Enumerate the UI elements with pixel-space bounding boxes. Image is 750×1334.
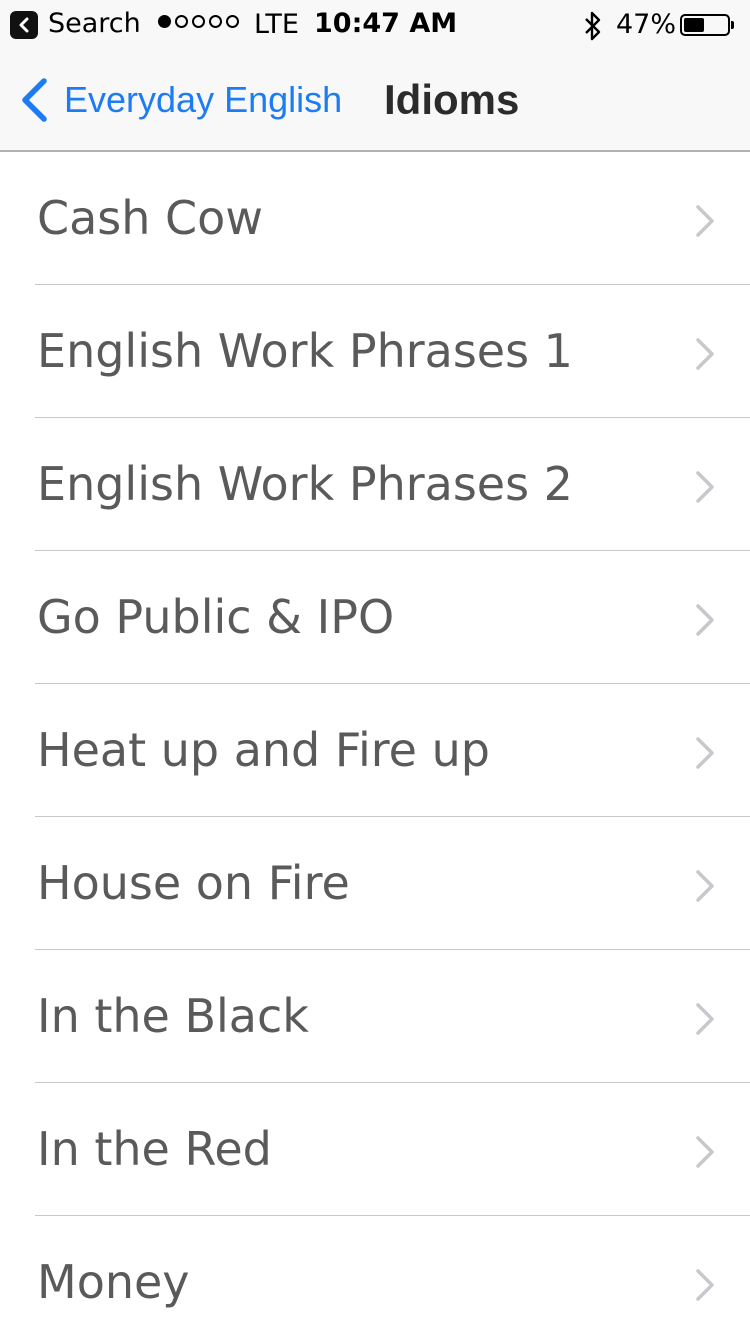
chevron-right-icon (696, 737, 714, 769)
list-item[interactable]: Cash Cow (0, 152, 750, 285)
list-item[interactable]: Money (0, 1216, 750, 1334)
list-item-label: Heat up and Fire up (37, 723, 490, 777)
chevron-right-icon (696, 604, 714, 636)
back-to-app-button[interactable] (10, 11, 38, 39)
chevron-right-icon (696, 338, 714, 370)
list-item[interactable]: Heat up and Fire up (0, 684, 750, 817)
list-item-label: Go Public & IPO (37, 590, 395, 644)
list-item-label: House on Fire (37, 856, 350, 910)
back-button-label[interactable]: Everyday English (64, 79, 342, 121)
clock: 10:47 AM (314, 8, 458, 39)
signal-dot (209, 15, 222, 28)
list-item[interactable]: English Work Phrases 2 (0, 418, 750, 551)
battery-percentage: 47% (616, 9, 677, 40)
back-arrow-icon (19, 17, 29, 33)
navigation-bar: Everyday English Idioms (0, 50, 750, 152)
list-item[interactable]: In the Black (0, 950, 750, 1083)
list-item-label: In the Black (37, 989, 309, 1043)
status-bar: Search LTE 10:47 AM 47% (0, 0, 750, 50)
list-item-label: English Work Phrases 2 (37, 457, 573, 511)
back-to-app-label[interactable]: Search (48, 8, 141, 39)
back-button[interactable]: Everyday English (18, 50, 342, 150)
list-item-label: Money (37, 1255, 190, 1309)
chevron-right-icon (696, 870, 714, 902)
chevron-right-icon (696, 1269, 714, 1301)
battery-level-fill (684, 18, 704, 32)
battery-icon (680, 14, 730, 36)
chevron-right-icon (696, 1003, 714, 1035)
list-item-label: English Work Phrases 1 (37, 324, 573, 378)
signal-dot (158, 15, 171, 28)
carrier-label: LTE (254, 9, 299, 40)
chevron-right-icon (696, 205, 714, 237)
chevron-left-icon (22, 78, 47, 122)
list-item[interactable]: English Work Phrases 1 (0, 285, 750, 418)
cellular-signal-indicator (158, 15, 239, 28)
idiom-list: Cash Cow English Work Phrases 1 English Wo… (0, 152, 750, 1334)
list-item[interactable]: In the Red (0, 1083, 750, 1216)
signal-dot (192, 15, 205, 28)
battery-tip (731, 21, 734, 29)
list-item-label: In the Red (37, 1122, 272, 1176)
list-item[interactable]: House on Fire (0, 817, 750, 950)
signal-dot (226, 15, 239, 28)
app-screen: Search LTE 10:47 AM 47% Everyday English… (0, 0, 750, 1334)
page-title: Idioms (384, 76, 520, 123)
chevron-right-icon (696, 1136, 714, 1168)
list-item-label: Cash Cow (37, 191, 263, 245)
signal-dot (175, 15, 188, 28)
list-item[interactable]: Go Public & IPO (0, 551, 750, 684)
bluetooth-icon (585, 11, 601, 41)
chevron-right-icon (696, 471, 714, 503)
